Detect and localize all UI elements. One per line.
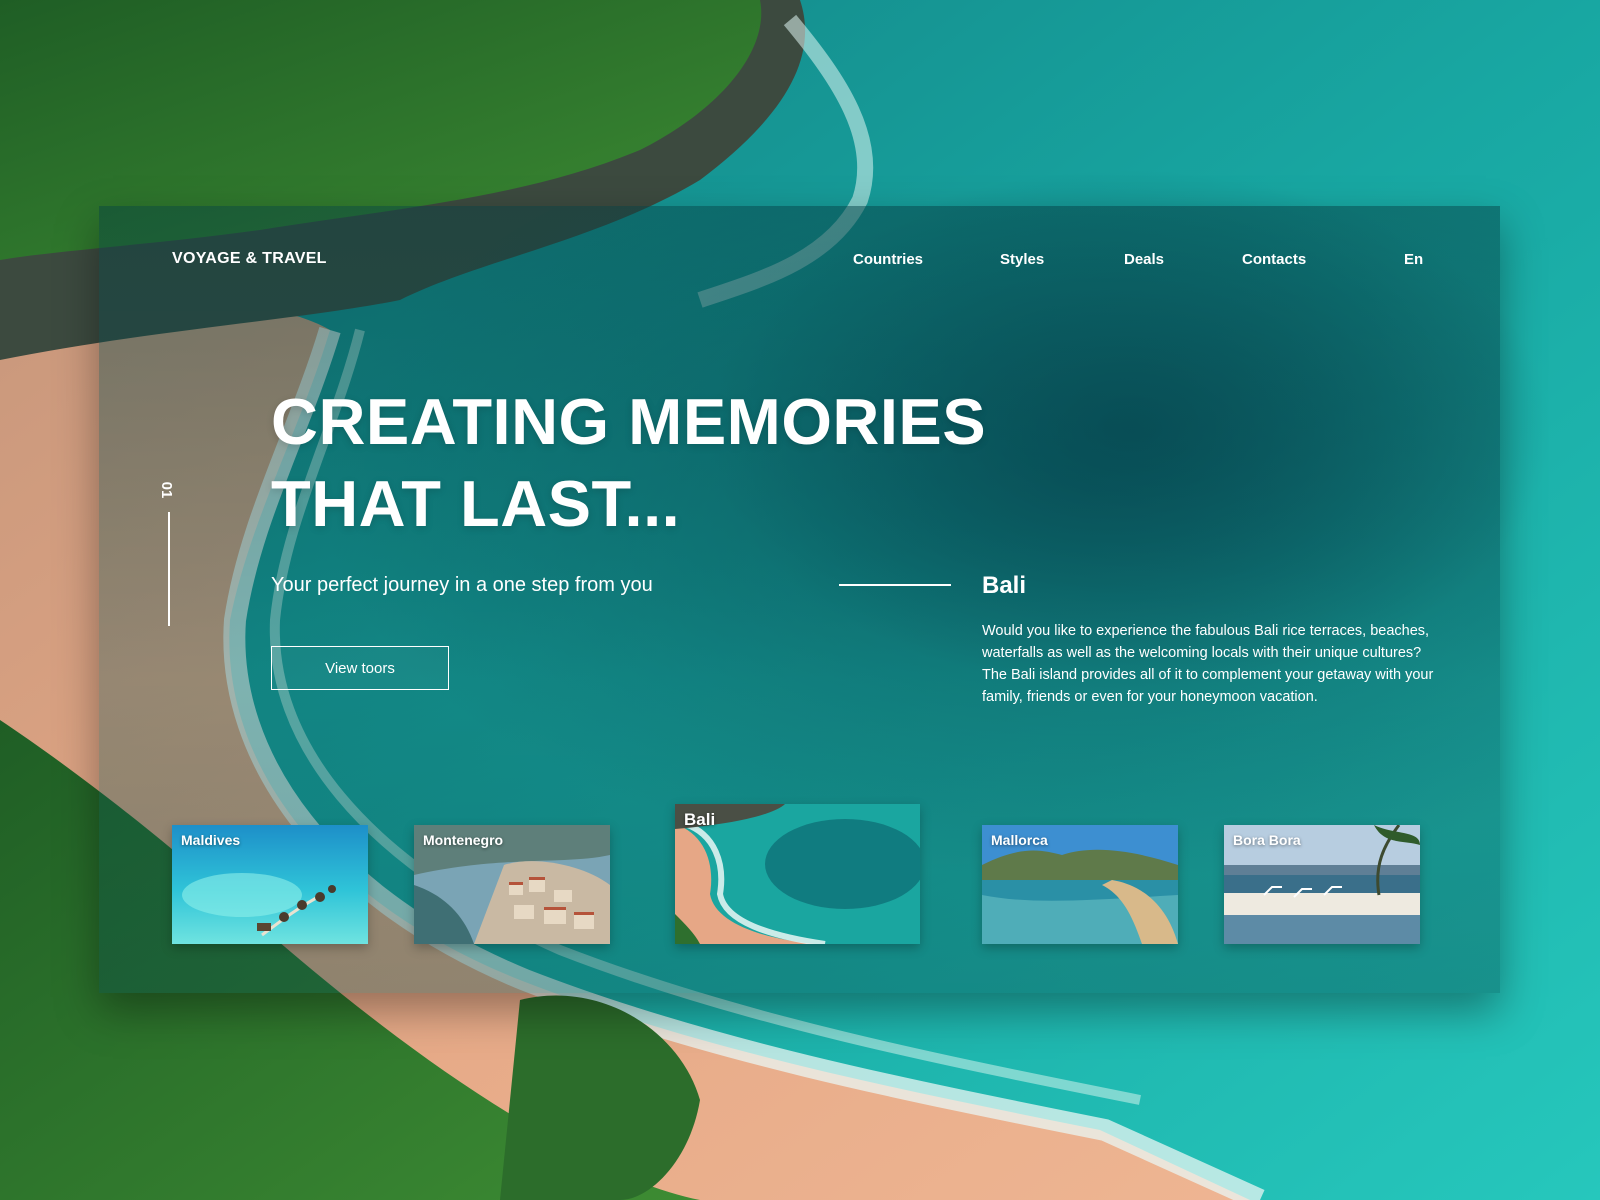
destination-label: Maldives	[181, 832, 241, 848]
view-tours-button[interactable]: View toors	[271, 646, 449, 690]
destination-card-mallorca[interactable]: Mallorca	[982, 825, 1178, 944]
nav-item-contacts[interactable]: Contacts	[1242, 251, 1306, 268]
nav-item-deals[interactable]: Deals	[1124, 251, 1164, 268]
destination-card-maldives[interactable]: Maldives	[172, 825, 368, 944]
destination-label: Montenegro	[423, 832, 504, 848]
featured-destination-description: Would you like to experience the fabulou…	[982, 623, 1434, 705]
hero-title-line-1: CREATING MEMORIES	[271, 385, 987, 458]
featured-destination-title: Bali	[982, 572, 1027, 599]
hero-title: CREATING MEMORIES THAT LAST...	[271, 381, 1031, 545]
slide-progress-line	[168, 512, 170, 626]
destination-label: Bali	[684, 810, 716, 829]
hero-card: VOYAGE & TRAVEL Countries Styles Deals C…	[99, 206, 1500, 993]
hero-title-line-2: THAT LAST...	[271, 467, 681, 540]
slide-number: 01	[158, 481, 175, 499]
destination-label: Bora Bora	[1233, 832, 1301, 848]
featured-divider	[839, 584, 951, 586]
main-nav: Countries Styles Deals Contacts En	[99, 251, 1500, 271]
destination-card-bora-bora[interactable]: Bora Bora	[1224, 825, 1420, 944]
nav-item-countries[interactable]: Countries	[853, 251, 923, 268]
destination-card-montenegro[interactable]: Montenegro	[414, 825, 610, 944]
destination-card-bali[interactable]: Bali	[675, 804, 920, 944]
nav-item-styles[interactable]: Styles	[1000, 251, 1044, 268]
language-switcher[interactable]: En	[1404, 251, 1423, 268]
destination-label: Mallorca	[991, 832, 1048, 848]
hero-subtitle: Your perfect journey in a one step from …	[271, 574, 653, 596]
